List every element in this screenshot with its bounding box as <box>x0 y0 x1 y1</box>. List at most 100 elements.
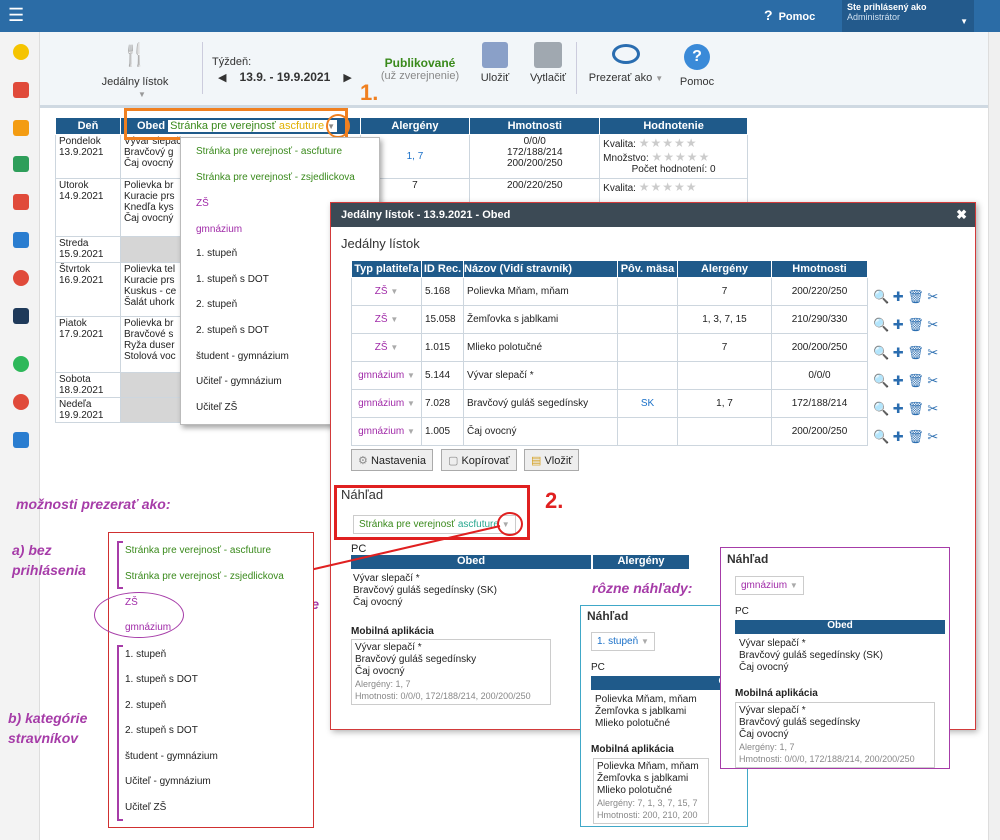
help-button[interactable]: ? Pomoc <box>674 44 720 88</box>
view-as-button[interactable]: Prezerať ako ▼ <box>586 44 666 84</box>
marker-one: 1. <box>360 80 379 105</box>
scrollbar[interactable] <box>988 32 1000 840</box>
menu-button[interactable]: 🍴 Jedálny lístok ▼ <box>90 42 180 100</box>
divider <box>202 42 203 94</box>
user-role: Administrátor <box>847 12 901 22</box>
rating-stars-icon[interactable]: ★★★★★ <box>639 180 698 194</box>
highlight-box <box>124 108 348 140</box>
rating-stars-icon[interactable]: ★★★★★ <box>639 136 698 150</box>
eye-icon <box>612 44 640 64</box>
star-icon[interactable] <box>13 44 29 60</box>
dropdown-option[interactable]: 2. stupeň s DOT <box>196 325 269 336</box>
annotation-previews: rôzne náhľady: <box>592 580 693 596</box>
next-week-icon[interactable]: ▶ <box>343 72 351 84</box>
dropdown-option[interactable]: študent - gymnázium <box>196 351 289 362</box>
dropdown-option[interactable]: Stránka pre verejnosť - ascfuture <box>196 146 342 157</box>
paste-button[interactable]: ▤ Vložiť <box>524 449 580 471</box>
highlight-ellipse <box>94 592 184 638</box>
list-item: Učiteľ ZŠ <box>125 802 167 813</box>
row-action-icons[interactable]: 🔍 ✚ 🗑 ✂ <box>873 339 953 367</box>
list-item: 1. stupeň <box>125 649 167 660</box>
preview-panel-c: Náhľad gmnázium ▼ PC Obed Vývar slepačí … <box>720 547 950 769</box>
preview-select[interactable]: 1. stupeň ▼ <box>591 632 655 651</box>
connector-line <box>309 525 501 571</box>
help-link[interactable]: ? Pomoc <box>764 7 815 23</box>
preview-select[interactable]: gmnázium ▼ <box>735 576 804 595</box>
table-row: ZŠ ▼ 5.168 Polievka Mňam, mňam 7 200/220/250 <box>351 277 868 306</box>
print-button[interactable]: Vytlačiť <box>526 42 570 84</box>
col-header-day: Deň <box>55 117 121 135</box>
cutlery-icon: 🍴 <box>121 42 149 67</box>
prev-week-icon[interactable]: ◀ <box>218 72 226 84</box>
list-item: 2. stupeň s DOT <box>125 725 198 736</box>
hamburger-menu-icon[interactable]: ☰ <box>8 6 26 24</box>
mail-icon[interactable] <box>13 120 29 136</box>
settings-button[interactable]: ⚙ Nastavenia <box>351 449 433 471</box>
row-actions: 🔍 ✚ 🗑 ✂ 🔍 ✚ 🗑 ✂ 🔍 ✚ 🗑 ✂ 🔍 ✚ 🗑 ✂ 🔍 ✚ 🗑 ✂ … <box>873 283 953 451</box>
annotation-a: a) bez prihlásenia <box>12 542 86 578</box>
row-action-icons[interactable]: 🔍 ✚ 🗑 ✂ <box>873 367 953 395</box>
chevron-down-icon: ▼ <box>138 90 146 99</box>
row-action-icons[interactable]: 🔍 ✚ 🗑 ✂ <box>873 423 953 451</box>
calendar-icon[interactable] <box>13 308 29 324</box>
briefcase-icon[interactable] <box>13 432 29 448</box>
chevron-down-icon: ▼ <box>960 17 968 26</box>
table-row: gmnázium ▼ 1.005 Čaj ovocný 200/200/250 <box>351 417 868 446</box>
user-icon[interactable] <box>13 270 29 286</box>
day-cell: Pondelok 13.9.2021 <box>55 134 121 179</box>
gear-icon: ⚙ <box>358 455 368 467</box>
list-item: študent - gymnázium <box>125 751 218 762</box>
help-icon: ? <box>684 44 710 70</box>
row-action-icons[interactable]: 🔍 ✚ 🗑 ✂ <box>873 283 953 311</box>
list-item: Stránka pre verejnosť - ascfuture <box>125 545 272 556</box>
rating-stars-icon[interactable]: ★★★★★ <box>652 150 711 164</box>
user-menu[interactable]: Ste prihlásený ako Administrátor ▼ <box>842 0 974 32</box>
dropdown-option[interactable]: 1. stupeň s DOT <box>196 274 269 285</box>
weights-cell: 0/0/0 172/188/214 200/200/250 <box>469 134 601 179</box>
magic-wand-icon[interactable] <box>13 82 29 98</box>
dropdown-option[interactable]: Učiteľ - gymnázium <box>196 376 282 387</box>
dropdown-option[interactable]: Učiteľ ZŠ <box>196 402 237 413</box>
table-row: gmnázium ▼ 5.144 Vývar slepačí * 0/0/0 <box>351 361 868 390</box>
row-action-icons[interactable]: 🔍 ✚ 🗑 ✂ <box>873 311 953 339</box>
table-row: Pondelok 13.9.2021 Vývar slepač Bravčový g… <box>55 134 748 179</box>
copy-button[interactable]: ▢ Kopírovať <box>441 449 517 471</box>
mobile-preview: Vývar slepačí * Bravčový guláš segedínsky… <box>351 639 551 705</box>
view-options-list: Stránka pre verejnosť - ascfuture Stránk… <box>108 532 314 828</box>
col-header-rating: Hodnotenie <box>599 117 748 135</box>
table-row: ZŠ ▼ 15.058 Žemľovka s jablkami 1, 3, 7, 15… <box>351 305 868 334</box>
table-row: ZŠ ▼ 1.015 Mlieko polotučné 7 200/200/250 <box>351 333 868 362</box>
dropdown-option[interactable]: Stránka pre verejnosť - zsjedlickova <box>196 172 355 183</box>
dropdown-option[interactable]: 2. stupeň <box>196 299 237 310</box>
rating-cell: Kvalita: ★★★★★ Množstvo: ★★★★★ Počet hod… <box>599 134 748 179</box>
dropdown-option[interactable]: 1. stupeň <box>196 248 237 259</box>
list-item: 2. stupeň <box>125 700 167 711</box>
dropdown-option[interactable]: ZŠ <box>196 198 209 209</box>
user-title: Ste prihlásený ako <box>847 2 927 12</box>
table-row: gmnázium ▼ 7.028 Bravčový guláš segedínsky… <box>351 389 868 418</box>
close-icon[interactable]: ✖ <box>956 207 967 223</box>
week-selector[interactable]: ◀ 13.9. - 19.9.2021 ▶ <box>218 70 368 84</box>
save-button[interactable]: Uložiť <box>476 42 514 84</box>
floppy-icon <box>482 42 508 68</box>
dialog-section-title: Jedálny lístok <box>341 236 420 251</box>
printer-icon <box>534 42 562 68</box>
book-icon[interactable] <box>13 232 29 248</box>
week-label: Týždeň: <box>212 56 252 68</box>
annotation-title: možnosti prezerať ako: <box>16 496 171 512</box>
home-icon[interactable] <box>13 156 29 172</box>
col-header-weights: Hmotnosti <box>469 117 601 135</box>
toolbar: 🍴 Jedálny lístok ▼ Týždeň: ◀ 13.9. - 19.… <box>40 32 988 108</box>
chevron-down-icon: ▼ <box>655 74 664 83</box>
check-icon[interactable] <box>13 356 29 372</box>
copy-icon: ▢ <box>448 455 459 467</box>
annotation-b: b) kategórie stravníkov <box>8 710 88 746</box>
divider <box>576 42 577 94</box>
paste-icon: ▤ <box>531 455 542 467</box>
dropdown-option[interactable]: gmnázium <box>196 224 242 235</box>
dialog-header: Jedálny lístok - 13.9.2021 - Obed ✖ <box>331 203 975 227</box>
row-action-icons[interactable]: 🔍 ✚ 🗑 ✂ <box>873 395 953 423</box>
mobile-label: Mobilná aplikácia <box>351 626 434 637</box>
chart-icon[interactable] <box>13 394 29 410</box>
calendar-grid-icon[interactable] <box>13 194 29 210</box>
